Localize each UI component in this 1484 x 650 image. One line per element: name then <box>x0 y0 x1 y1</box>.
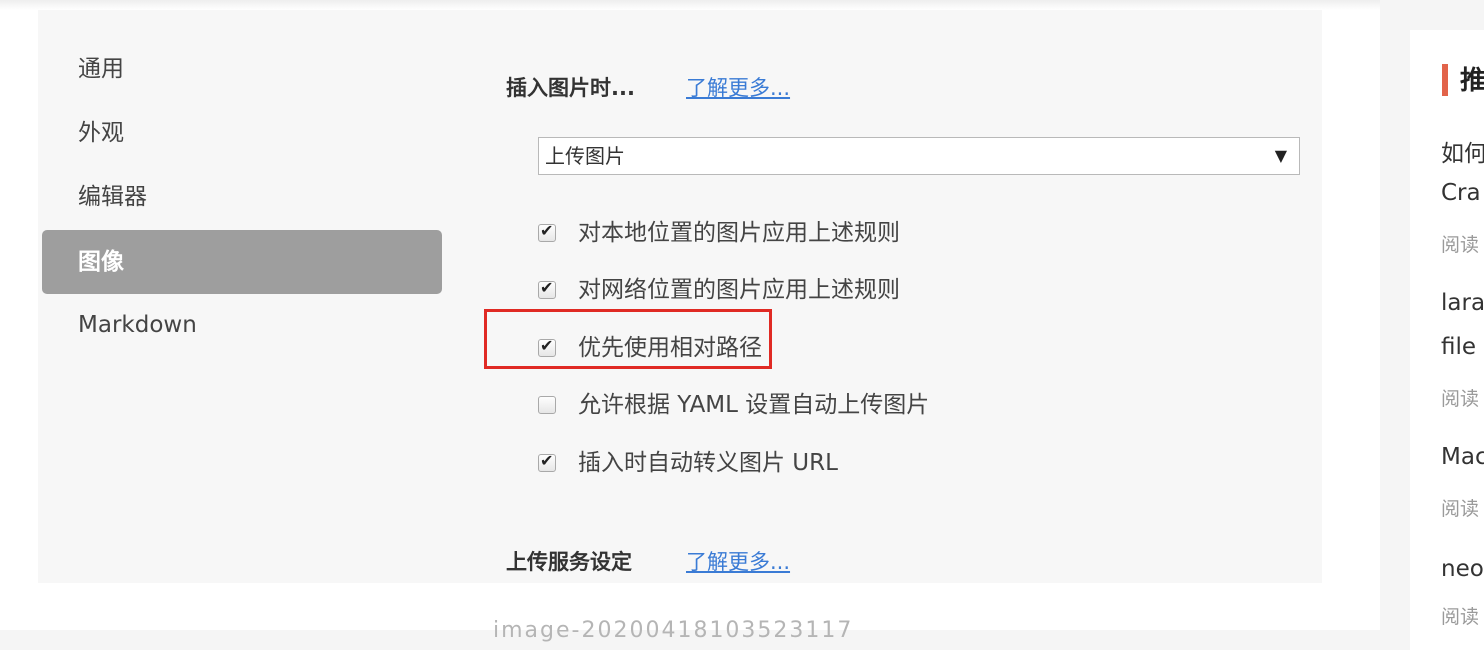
image-settings-pane: 插入图片时... 了解更多... 上传图片 ▼ ✔ 对本地位置的图片应用上述规则… <box>506 10 1322 583</box>
recommend-item-meta: 阅读 <box>1441 606 1480 628</box>
option-label: 插入时自动转义图片 URL <box>578 450 838 476</box>
recommend-item-title[interactable]: lara <box>1441 290 1484 316</box>
image-caption: image-20200418103523117 <box>493 618 854 643</box>
annotation-highlight-box <box>484 309 772 369</box>
recommend-item-meta: 阅读 <box>1441 234 1480 256</box>
checkbox[interactable] <box>538 396 556 414</box>
option-label: 对本地位置的图片应用上述规则 <box>578 220 900 246</box>
option-label: 对网络位置的图片应用上述规则 <box>578 277 900 303</box>
upload-learn-more-link[interactable]: 了解更多... <box>686 546 790 576</box>
sidebar-item-markdown[interactable]: Markdown <box>78 310 197 340</box>
sidebar-item-image[interactable]: 图像 <box>42 230 442 294</box>
checkbox[interactable]: ✔ <box>538 451 556 472</box>
recommend-item-title-line2[interactable]: file <box>1441 334 1476 360</box>
recommend-item-title-line2[interactable]: Cra <box>1441 180 1481 206</box>
check-icon: ✔ <box>540 278 554 297</box>
sidebar-item-appearance[interactable]: 外观 <box>78 118 124 148</box>
checkbox[interactable]: ✔ <box>538 221 556 242</box>
insert-action-select[interactable]: 上传图片 ▼ <box>538 137 1300 175</box>
preferences-screenshot: 通用 外观 编辑器 图像 Markdown 插入图片时... 了解更多... 上… <box>38 10 1322 583</box>
insert-action-select-value: 上传图片 <box>545 144 625 168</box>
card-title: 推 <box>1460 66 1484 96</box>
insert-learn-more-link[interactable]: 了解更多... <box>686 72 790 102</box>
checkbox[interactable]: ✔ <box>538 278 556 299</box>
sidebar-item-editor[interactable]: 编辑器 <box>78 182 147 212</box>
title-accent-bar <box>1442 64 1448 96</box>
recommend-item-title[interactable]: Mac <box>1441 444 1484 470</box>
recommend-card: 推 如何 Cra 阅读 lara file 阅读 Mac 阅读 neo 阅读 <box>1410 30 1484 650</box>
insert-image-section-title: 插入图片时... <box>506 76 635 100</box>
recommend-item-title[interactable]: 如何 <box>1441 134 1484 168</box>
recommend-item-meta: 阅读 <box>1441 388 1480 410</box>
top-shadow <box>0 0 1380 10</box>
check-icon: ✔ <box>540 221 554 240</box>
recommend-item-meta: 阅读 <box>1441 498 1480 520</box>
option-label: 允许根据 YAML 设置自动上传图片 <box>578 392 930 418</box>
sidebar-item-general[interactable]: 通用 <box>78 54 124 84</box>
check-icon: ✔ <box>540 451 554 470</box>
recommend-item-title[interactable]: neo <box>1441 556 1484 582</box>
preferences-sidebar: 通用 外观 编辑器 图像 Markdown <box>38 10 448 583</box>
upload-service-section-title: 上传服务设定 <box>506 550 632 574</box>
dropdown-arrow-icon: ▼ <box>1274 146 1287 165</box>
